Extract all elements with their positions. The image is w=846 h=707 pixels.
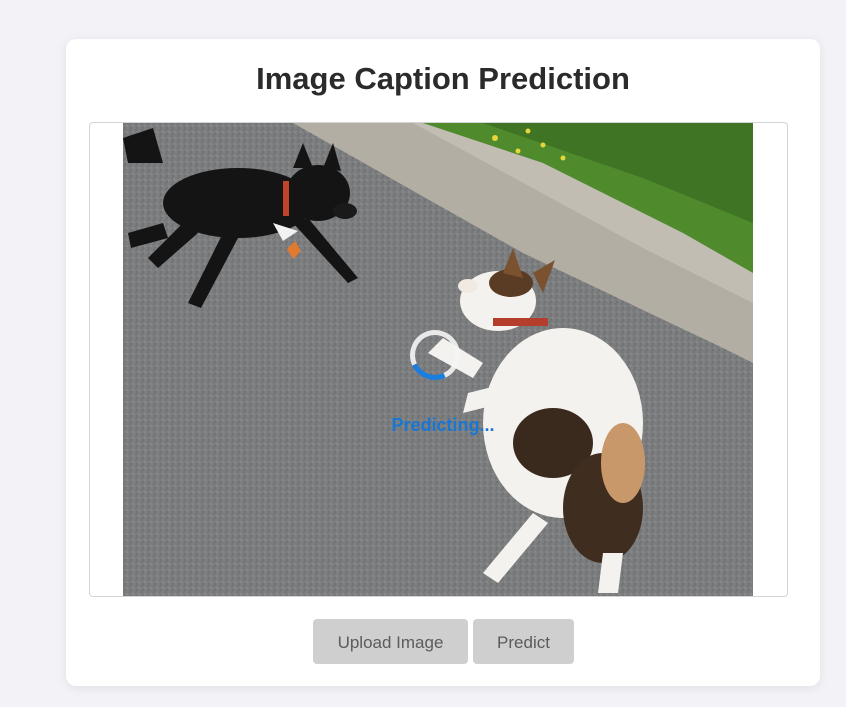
predicting-status: Predicting... <box>391 415 495 435</box>
page-title: Image Caption Prediction <box>256 61 630 96</box>
image-preview: Predicting... <box>89 122 788 597</box>
main-card: Image Caption Prediction Predicting... U… <box>66 39 820 686</box>
upload-image-button[interactable]: Upload Image <box>313 619 468 664</box>
predict-button[interactable]: Predict <box>473 619 574 664</box>
